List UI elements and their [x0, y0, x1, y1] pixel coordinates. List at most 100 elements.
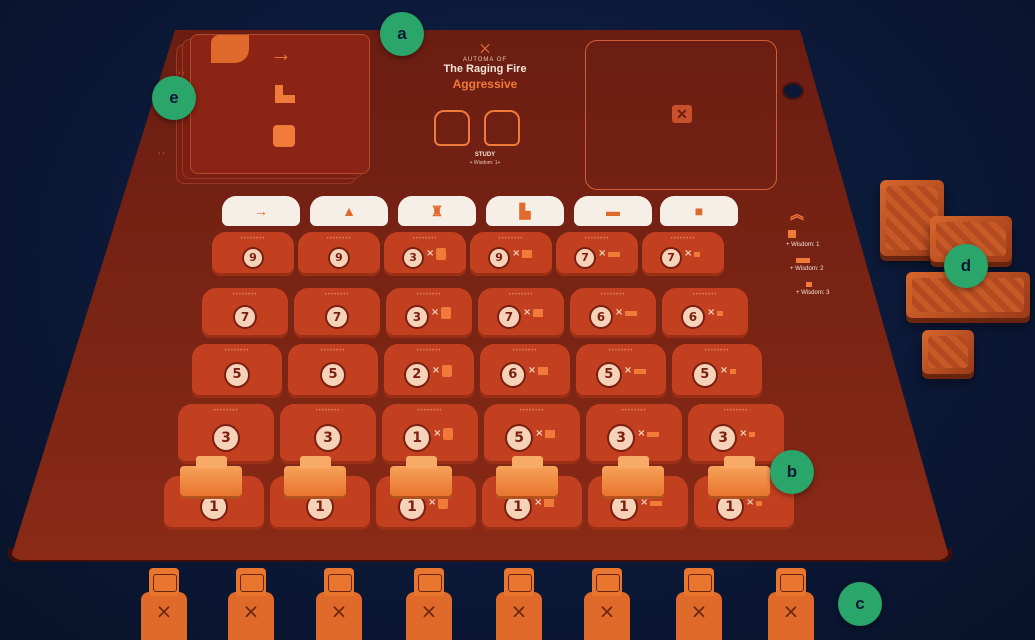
tile-dots: ••••••••: [412, 236, 438, 242]
l-shape-icon: [788, 230, 796, 238]
legend-text: + Wisdom: 3: [796, 290, 830, 296]
small-square-icon: [716, 311, 723, 316]
person-icon: [443, 428, 454, 440]
tile-dots: ••••••••: [512, 348, 538, 354]
automa-worker-meeple[interactable]: ⨉: [310, 568, 368, 640]
automa-worker-meeple[interactable]: ⨉: [135, 568, 193, 640]
bar-icon: [624, 311, 637, 316]
score-tile[interactable]: •••••••• 7 ×: [556, 232, 638, 276]
score-tile[interactable]: •••••••• 3: [178, 404, 274, 464]
score-tile[interactable]: •••••••• 5 ×: [484, 404, 580, 464]
score-tile[interactable]: •••••••• 3 ×: [688, 404, 784, 464]
score-tile[interactable]: •••••••• 1 ×: [382, 404, 478, 464]
meeple-face: [596, 574, 620, 592]
score-tile[interactable]: •••••••• 9 ×: [470, 232, 552, 276]
card-discard-slot[interactable]: ✕: [585, 40, 777, 190]
score-value: 5: [595, 362, 622, 388]
multiplier-sign: ×: [706, 307, 716, 318]
callout-d: d: [944, 244, 988, 288]
multiplier-sign: ×: [522, 307, 532, 318]
multiplier-sign: ×: [426, 248, 435, 259]
multiplier-sign: ×: [640, 497, 649, 508]
score-tile[interactable]: •••••••• 5 ×: [576, 344, 666, 398]
progress-marker[interactable]: [708, 456, 770, 496]
score-tile[interactable]: •••••••• 7: [294, 288, 380, 338]
tile-dots: ••••••••: [213, 408, 239, 414]
score-tile[interactable]: •••••••• 6 ×: [662, 288, 748, 338]
score-value: 3: [314, 424, 342, 452]
progress-marker[interactable]: [284, 456, 346, 496]
score-tile[interactable]: •••••••• 6 ×: [480, 344, 570, 398]
column-header-square: ■: [660, 196, 738, 226]
person-icon: [436, 248, 447, 260]
board-title-block: ⨉ AUTOMA OF The Raging Fire Aggressive: [405, 42, 565, 91]
automa-worker-meeple[interactable]: ⨉: [222, 568, 280, 640]
score-tile[interactable]: •••••••• 7 ×: [478, 288, 564, 338]
column-header-l-shape: ▙: [486, 196, 564, 226]
score-tile[interactable]: •••••••• 3 ×: [586, 404, 682, 464]
automa-card-deck[interactable]: →: [176, 34, 376, 184]
automa-worker-meeple[interactable]: ⨉: [490, 568, 548, 640]
automa-worker-meeple[interactable]: ⨉: [400, 568, 458, 640]
multiplier-sign: ×: [512, 248, 521, 259]
column-header-person: ♜: [398, 196, 476, 226]
progress-marker[interactable]: [390, 456, 452, 496]
progress-marker[interactable]: [496, 456, 558, 496]
score-value: 7: [660, 247, 683, 269]
progress-marker[interactable]: [180, 456, 242, 496]
score-tile[interactable]: •••••••• 9: [212, 232, 294, 276]
fire-logo-icon: ⨉: [480, 42, 490, 56]
multiplier-sign: ×: [719, 365, 729, 376]
callout-a: a: [380, 12, 424, 56]
tile-dots: ••••••••: [315, 408, 341, 414]
study-label: STUDY: [474, 152, 496, 158]
person-icon: [438, 497, 448, 509]
small-square-icon: [729, 369, 736, 374]
l-shape-icon: [545, 430, 556, 438]
study-reward-text: + Wisdom: 1+: [469, 160, 501, 166]
tile-dots: ••••••••: [704, 348, 730, 354]
score-value: 1: [306, 493, 334, 521]
column-header-arrow: →: [222, 196, 300, 226]
score-value: 5: [691, 362, 718, 388]
automa-worker-meeple[interactable]: ⨉: [578, 568, 636, 640]
score-value: 2: [403, 362, 430, 388]
fire-icon: ⨉: [245, 604, 257, 620]
score-value: 6: [588, 305, 613, 329]
score-tile[interactable]: •••••••• 5: [192, 344, 282, 398]
column-header-bar: ▬: [574, 196, 652, 226]
score-value: 7: [233, 305, 257, 329]
tile-dots: ••••••••: [240, 236, 266, 242]
building-token[interactable]: [922, 330, 974, 374]
score-value: 6: [499, 362, 526, 388]
fire-icon: ⨉: [693, 604, 705, 620]
legend-text: + Wisdom: 1: [786, 242, 820, 248]
l-shape-icon: [522, 250, 533, 258]
score-tile[interactable]: •••••••• 3 ×: [384, 232, 466, 276]
score-value: 9: [328, 247, 350, 269]
automa-worker-meeple[interactable]: ⨉: [670, 568, 728, 640]
person-icon: [441, 365, 452, 377]
score-tile[interactable]: •••••••• 7 ×: [642, 232, 724, 276]
score-tile[interactable]: •••••••• 9: [298, 232, 380, 276]
score-tile[interactable]: •••••••• 3 ×: [386, 288, 472, 338]
small-square-icon: ■: [694, 203, 704, 219]
score-tile[interactable]: •••••••• 2 ×: [384, 344, 474, 398]
fire-icon: ⨉: [601, 604, 613, 620]
score-tile[interactable]: •••••••• 6 ×: [570, 288, 656, 338]
deck-card-top[interactable]: →: [190, 34, 370, 174]
l-shape-icon: [532, 309, 543, 317]
fire-icon: ⨉: [513, 604, 525, 620]
progress-marker[interactable]: [602, 456, 664, 496]
tile-dots: ••••••••: [326, 236, 352, 242]
bar-icon: ▬: [606, 203, 620, 219]
small-square-icon: [756, 501, 762, 506]
score-tile[interactable]: •••••••• 3: [280, 404, 376, 464]
score-tile[interactable]: •••••••• 5: [288, 344, 378, 398]
score-value: 9: [242, 247, 264, 269]
callout-b: b: [770, 450, 814, 494]
automa-worker-meeple[interactable]: ⨉: [762, 568, 820, 640]
score-tile[interactable]: •••••••• 5 ×: [672, 344, 762, 398]
score-tile[interactable]: •••••••• 7: [202, 288, 288, 338]
close-icon: ✕: [672, 105, 692, 123]
